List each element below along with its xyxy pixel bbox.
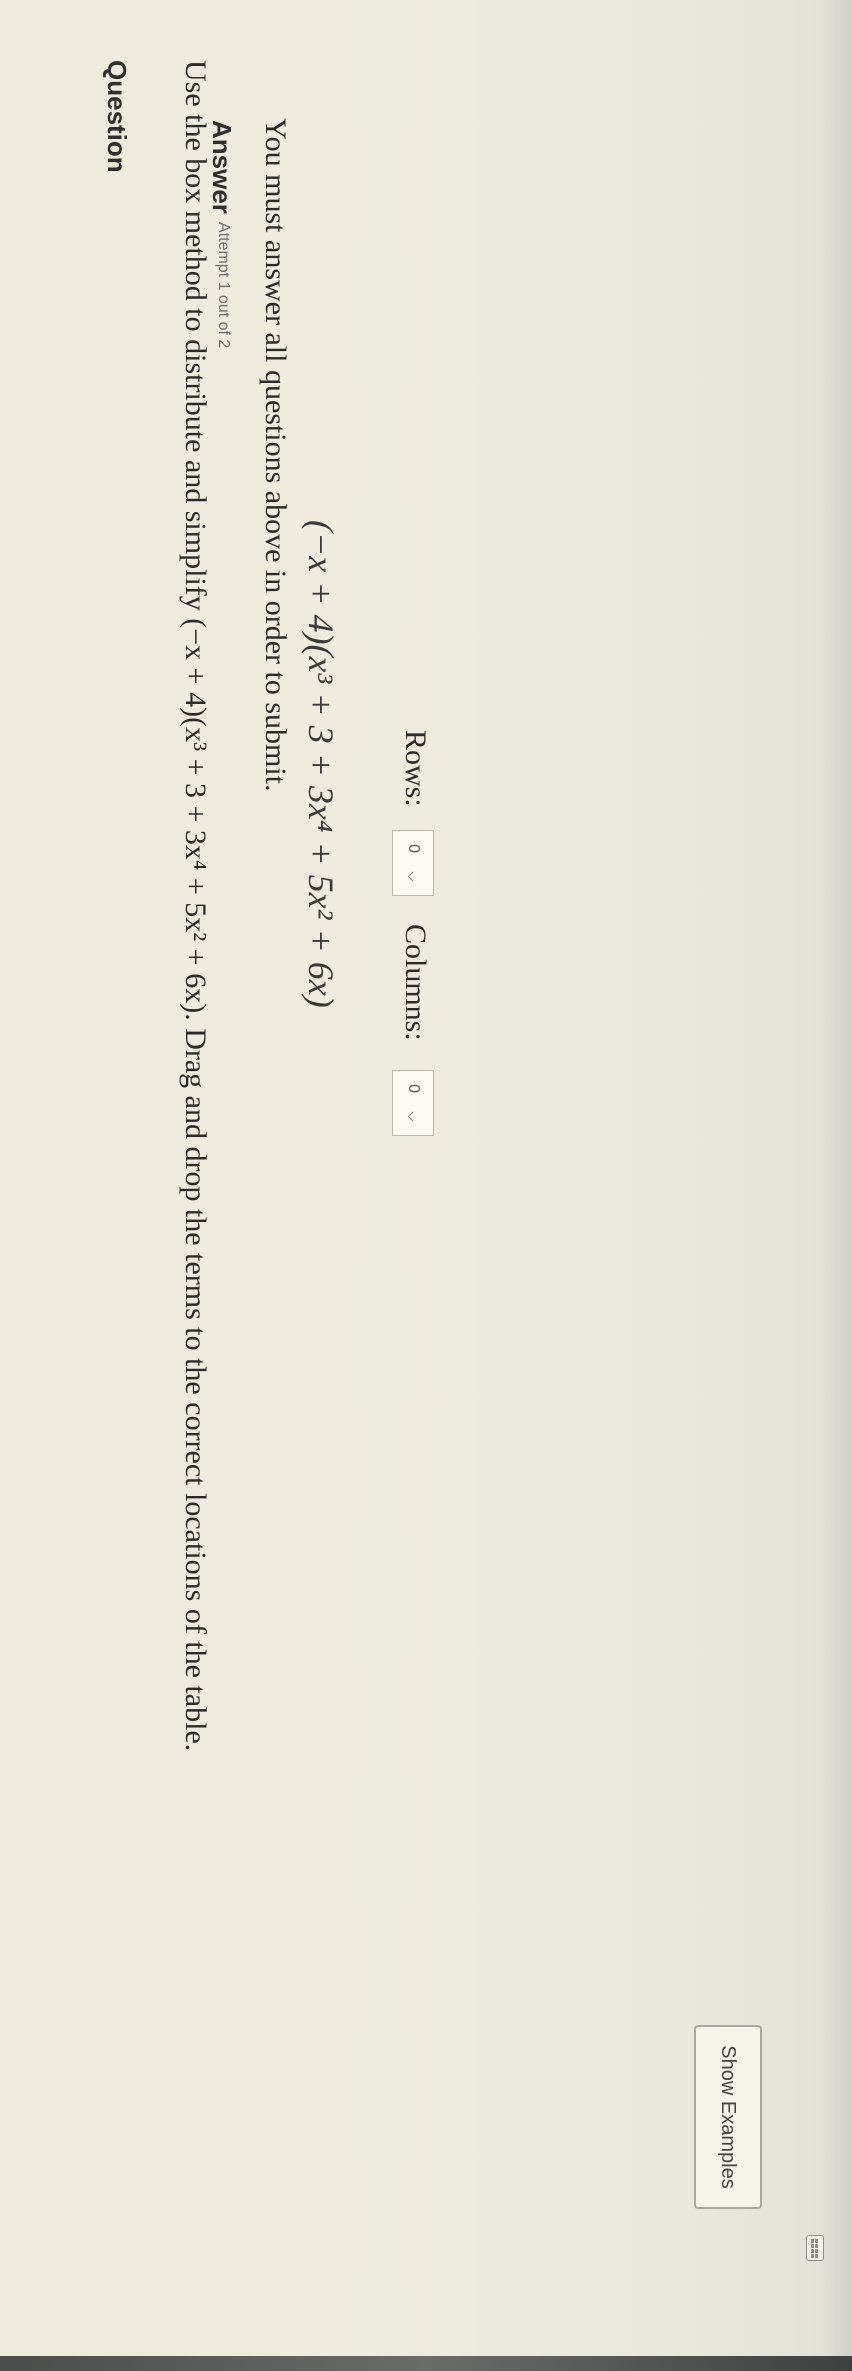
rows-label: Rows: bbox=[399, 730, 432, 807]
columns-select-value: 0 bbox=[405, 1084, 422, 1094]
expression-display: (−x + 4)(x³ + 3 + 3x⁴ + 5x² + 6x) bbox=[301, 520, 341, 1008]
screenshot-surface: Question Show Examples Use the box metho… bbox=[0, 0, 852, 2371]
attempt-counter: Attempt 1 out of 2 bbox=[215, 222, 232, 349]
screen-bezel bbox=[0, 2356, 852, 2371]
submit-requirement-message: You must answer all questions above in o… bbox=[259, 118, 292, 792]
show-examples-button[interactable]: Show Examples bbox=[694, 2025, 762, 2209]
rows-select[interactable]: 0 ⌵ bbox=[392, 830, 434, 896]
chevron-down-icon: ⌵ bbox=[405, 1111, 422, 1122]
columns-label: Columns: bbox=[399, 924, 432, 1041]
chevron-down-icon: ⌵ bbox=[405, 871, 422, 882]
rows-select-value: 0 bbox=[405, 844, 422, 854]
question-instruction: Use the box method to distribute and sim… bbox=[179, 60, 212, 1752]
question-page: Question Show Examples Use the box metho… bbox=[0, 0, 852, 2371]
answer-header: Answer bbox=[207, 120, 237, 214]
columns-select[interactable]: 0 ⌵ bbox=[392, 1070, 434, 1136]
question-header: Question bbox=[102, 60, 132, 173]
edge-shadow bbox=[822, 0, 852, 2371]
